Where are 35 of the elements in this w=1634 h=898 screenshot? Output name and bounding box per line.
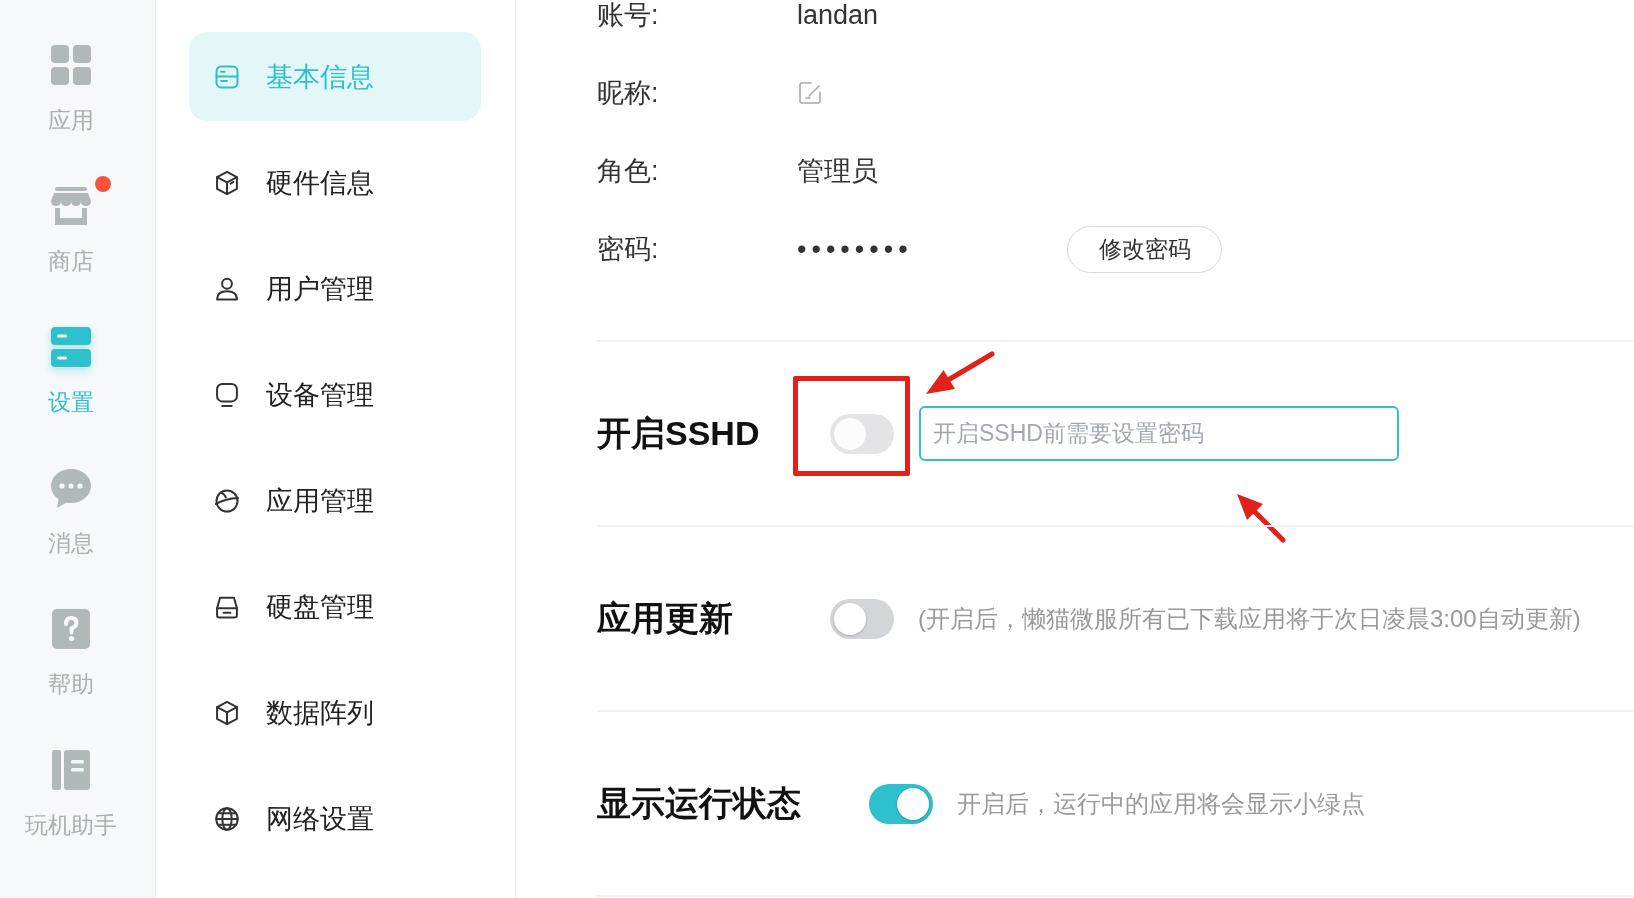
- chat-bubble-icon: [49, 467, 92, 509]
- sidebar-item[interactable]: 硬件信息: [189, 138, 481, 227]
- sidebar-item[interactable]: 硬盘管理: [189, 562, 481, 651]
- sidebar-item[interactable]: 用户管理: [189, 244, 481, 333]
- help-icon: [49, 608, 92, 650]
- globe-icon: [213, 804, 241, 833]
- change-password-button[interactable]: 修改密码: [1067, 225, 1222, 273]
- apps-grid-icon: [49, 44, 92, 86]
- field-label: 昵称:: [597, 78, 659, 108]
- setting-title: 应用更新: [597, 597, 734, 639]
- field-label: 角色:: [597, 156, 659, 186]
- password-mask: ••••••••: [797, 234, 913, 264]
- sidebar-item[interactable]: 应用管理: [189, 456, 481, 545]
- field-label: 密码:: [597, 234, 659, 264]
- arrow-icon: [1236, 493, 1286, 543]
- toggle-switch[interactable]: [830, 598, 894, 639]
- cube-icon: [213, 698, 241, 727]
- sidebar-item[interactable]: 数据阵列: [189, 668, 481, 757]
- edit-icon[interactable]: [797, 80, 823, 106]
- notebook-icon: [49, 749, 92, 791]
- sidebar-item[interactable]: 网络设置: [189, 774, 481, 863]
- monitor-icon: [213, 380, 241, 409]
- field-label: 账号:: [597, 0, 659, 30]
- cube-icon: [213, 168, 241, 197]
- setting-description: 开启后，运行中的应用将会显示小绿点: [957, 788, 1365, 819]
- settings-icon: [49, 326, 92, 368]
- field-value: landan: [797, 0, 879, 30]
- arrow-icon: [925, 351, 995, 395]
- setting-title: 显示运行状态: [597, 782, 801, 824]
- setting-title: 开启SSHD: [597, 412, 761, 454]
- sidebar-item[interactable]: 设备管理: [189, 350, 481, 439]
- toggle-switch[interactable]: [869, 783, 933, 824]
- setting-description: (开启后，懒猫微服所有已下载应用将于次日凌晨3:00自动更新): [918, 603, 1581, 634]
- store-icon: [49, 185, 92, 227]
- field-value: 管理员: [797, 156, 878, 186]
